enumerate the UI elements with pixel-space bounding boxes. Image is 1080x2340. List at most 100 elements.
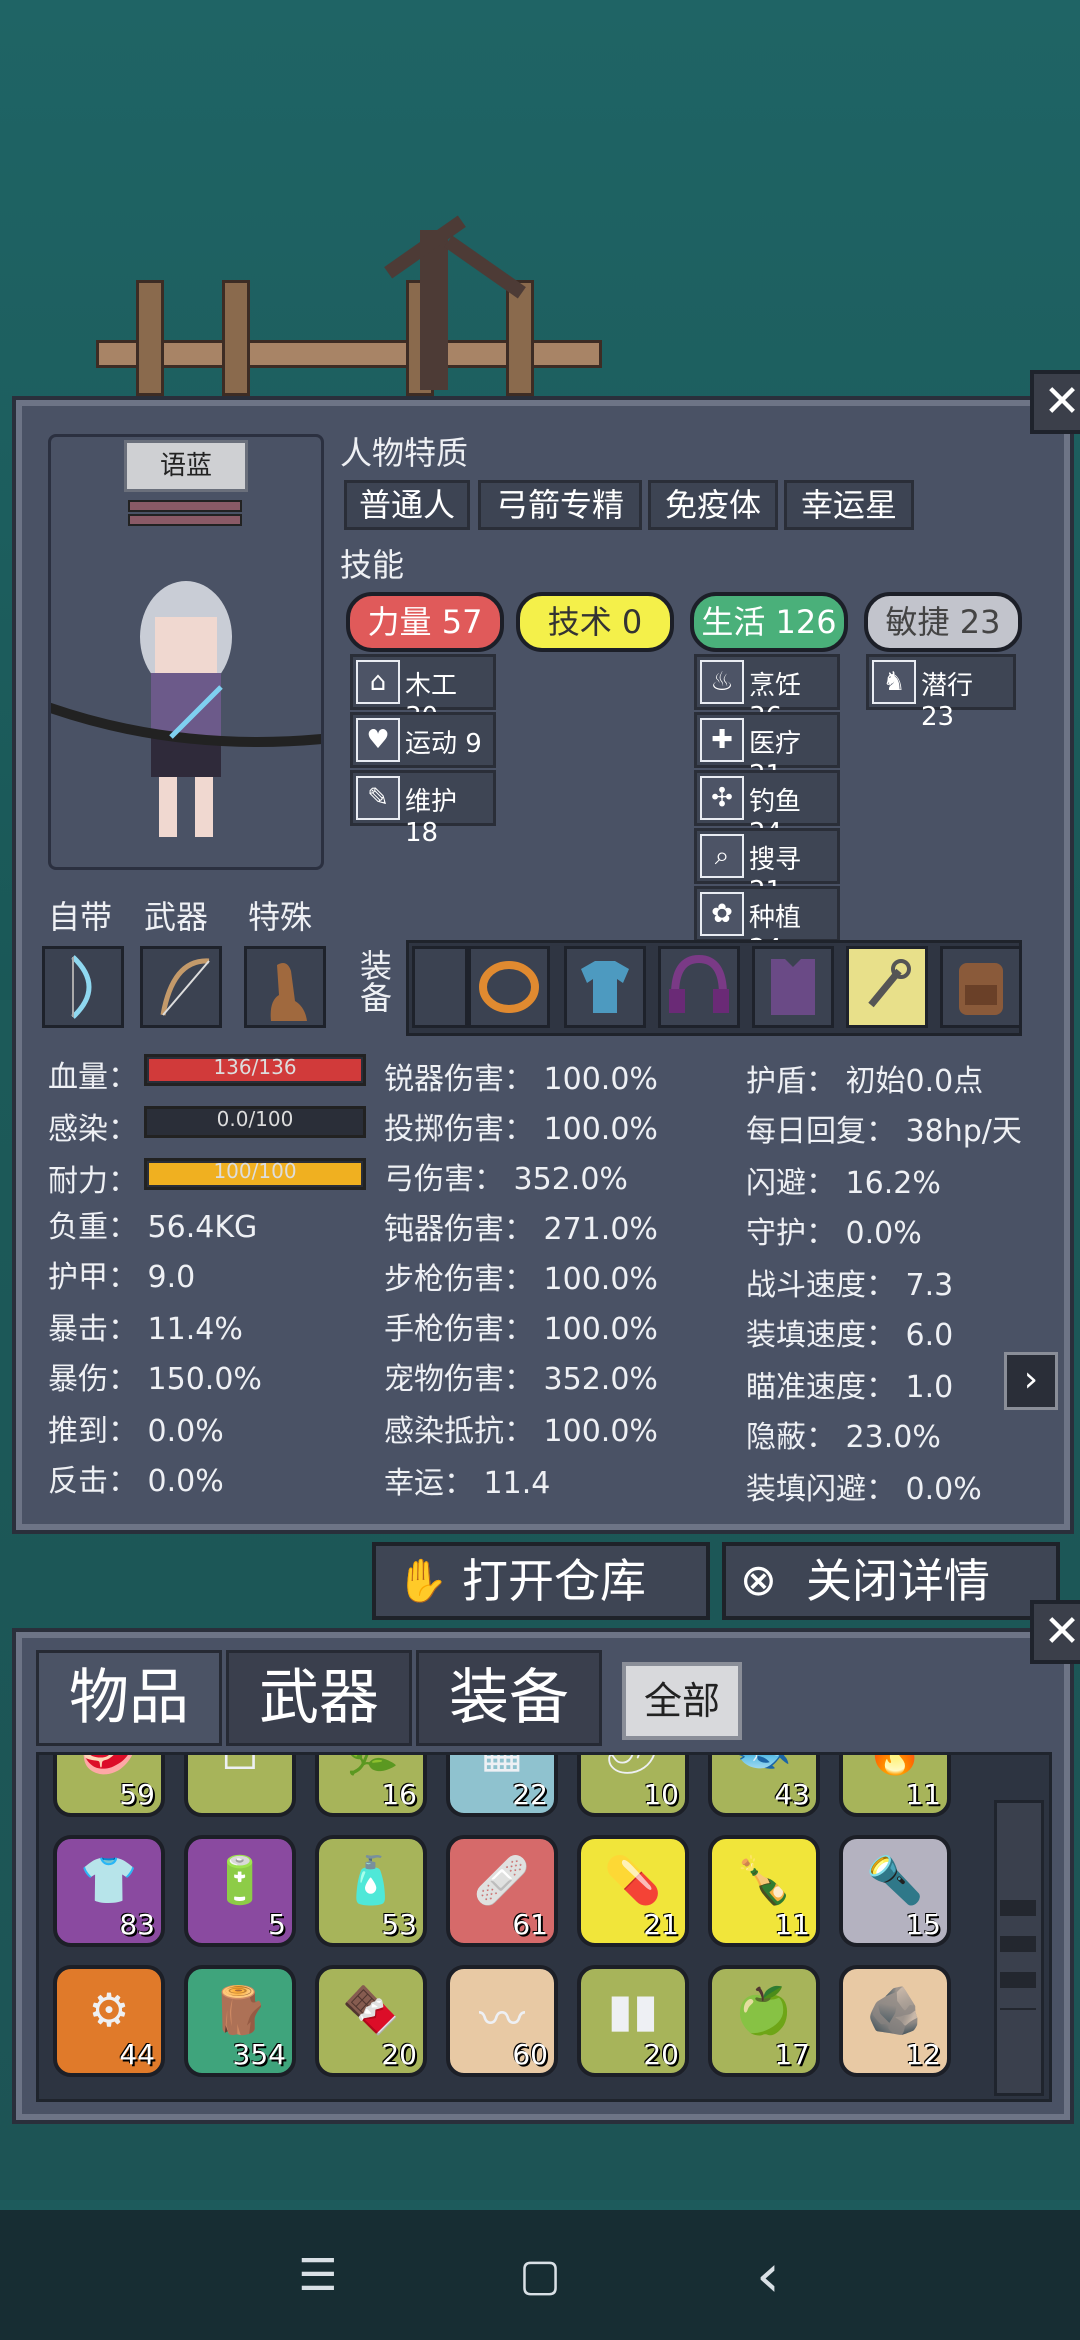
trait-badge[interactable]: 普通人 bbox=[344, 480, 470, 530]
inventory-item[interactable]: ▮▮ 20 bbox=[577, 1965, 689, 2077]
inventory-item[interactable]: ◻ bbox=[184, 1755, 296, 1817]
skill-agility[interactable]: 敏捷 23 bbox=[864, 592, 1022, 652]
inventory-item[interactable]: 👕 83 bbox=[53, 1835, 165, 1947]
inventory-item[interactable]: 🔥11 bbox=[839, 1755, 951, 1817]
inventory-item[interactable]: 🐟43 bbox=[708, 1755, 820, 1817]
bottles-icon: 🧴 bbox=[342, 1853, 400, 1907]
inventory-item[interactable]: ⚙ 44 bbox=[53, 1965, 165, 2077]
item-count: 15 bbox=[905, 1908, 941, 1941]
equip-slot-tool[interactable] bbox=[846, 946, 928, 1028]
traits-heading: 人物特质 bbox=[340, 434, 469, 472]
home-icon[interactable]: ▢ bbox=[512, 2248, 568, 2304]
inventory-item[interactable]: 🌿16 bbox=[315, 1755, 427, 1817]
equip-slot-shirt[interactable] bbox=[564, 946, 646, 1028]
inventory-item[interactable]: 🍾 11 bbox=[708, 1835, 820, 1947]
equipment-label: 装备 bbox=[360, 947, 393, 1017]
equip-slot-empty[interactable] bbox=[412, 946, 468, 1028]
filter-all-button[interactable]: 全部 bbox=[622, 1662, 742, 1740]
subskill-medical[interactable]: ✚ 医疗 21 bbox=[694, 712, 840, 790]
stat-reload-speed: 装填速度： 6.0 bbox=[746, 1318, 954, 1353]
skill-strength[interactable]: 力量 57 bbox=[346, 592, 504, 652]
close-details-button[interactable]: ⊗ 关闭详情 bbox=[722, 1542, 1060, 1620]
stat-knockdown: 推到： 0.0% bbox=[48, 1414, 224, 1449]
stat-rifle-dmg: 步枪伤害： 100.0% bbox=[384, 1262, 658, 1297]
item-count: 43 bbox=[774, 1778, 810, 1811]
hp-bar: 136/136 bbox=[144, 1054, 366, 1086]
item-count: 17 bbox=[774, 2038, 810, 2071]
medkit-icon: ✚ bbox=[700, 718, 744, 762]
special-slot-pet[interactable] bbox=[244, 946, 326, 1028]
subskill-woodwork[interactable]: ⌂ 木工 30 bbox=[350, 654, 496, 732]
item-count: 20 bbox=[643, 2038, 679, 2071]
subskill-fishing[interactable]: ✣ 钓鱼 24 bbox=[694, 770, 840, 848]
chocolate-icon: 🍫 bbox=[342, 1983, 400, 2037]
inventory-item[interactable]: 🍫 20 bbox=[315, 1965, 427, 2077]
skill-life[interactable]: 生活 126 bbox=[690, 592, 848, 652]
inventory-item[interactable]: 🔋 5 bbox=[184, 1835, 296, 1947]
equip-slot-backpack[interactable] bbox=[940, 946, 1022, 1028]
item-count: 53 bbox=[381, 1908, 417, 1941]
equip-slot-vest[interactable] bbox=[752, 946, 834, 1028]
fence-post bbox=[222, 280, 250, 396]
inventory-item[interactable]: 🔦 15 bbox=[839, 1835, 951, 1947]
trait-badge[interactable]: 幸运星 bbox=[784, 480, 914, 530]
stat-dodge: 闪避： 16.2% bbox=[746, 1166, 941, 1201]
item-count: 22 bbox=[512, 1778, 548, 1811]
scroll-handle[interactable] bbox=[1000, 1900, 1036, 2010]
close-icon[interactable]: ✕ bbox=[1030, 370, 1080, 434]
inventory-item[interactable]: ▦22 bbox=[446, 1755, 558, 1817]
subskill-sneak[interactable]: ♞ 潜行 23 bbox=[866, 654, 1016, 732]
weapon-slot-bow[interactable] bbox=[140, 946, 222, 1028]
stat-combat-speed: 战斗速度： 7.3 bbox=[746, 1268, 954, 1303]
fence-post bbox=[506, 280, 534, 396]
item-count: 21 bbox=[643, 1908, 679, 1941]
item-count: 12 bbox=[905, 2038, 941, 2071]
stat-blunt-dmg: 钝器伤害： 271.0% bbox=[384, 1212, 658, 1247]
inventory-item[interactable]: 🍏 17 bbox=[708, 1965, 820, 2077]
menu-icon[interactable]: ☰ bbox=[290, 2248, 346, 2304]
trait-badge[interactable]: 弓箭专精 bbox=[478, 480, 642, 530]
inventory-item[interactable]: 〰 60 bbox=[446, 1965, 558, 2077]
wrench-icon: ✎ bbox=[356, 776, 400, 820]
inventory-close-icon[interactable]: ✕ bbox=[1030, 1600, 1080, 1664]
scrap-icon: ⚙ bbox=[88, 1983, 130, 2037]
item-count: 20 bbox=[381, 2038, 417, 2071]
carry-slot-bow[interactable] bbox=[42, 946, 124, 1028]
stat-daily-regen: 每日回复： 38hp/天 bbox=[746, 1114, 1022, 1149]
stat-aim-speed: 瞄准速度： 1.0 bbox=[746, 1370, 954, 1405]
inventory-item[interactable]: 🪵 354 bbox=[184, 1965, 296, 2077]
tab-weapons[interactable]: 武器 bbox=[226, 1650, 412, 1746]
inventory-item[interactable]: 🪨 12 bbox=[839, 1965, 951, 2077]
stat-luck: 幸运： 11.4 bbox=[384, 1466, 551, 1501]
equip-slot-ring[interactable] bbox=[468, 946, 550, 1028]
skill-technique[interactable]: 技术 0 bbox=[516, 592, 674, 652]
tab-equipment[interactable]: 装备 bbox=[416, 1650, 602, 1746]
subskill-maintain[interactable]: ✎ 维护 18 bbox=[350, 770, 496, 848]
inventory-item[interactable]: 🌶10 bbox=[577, 1755, 689, 1817]
wrench-tool-icon bbox=[868, 959, 911, 1008]
backpack-icon bbox=[959, 963, 1003, 1015]
inventory-item[interactable]: 💊 21 bbox=[577, 1835, 689, 1947]
house-icon: ⌂ bbox=[356, 660, 400, 704]
pills-icon: 💊 bbox=[604, 1853, 662, 1907]
subskill-cooking[interactable]: ♨ 烹饪 36 bbox=[694, 654, 840, 732]
tab-items[interactable]: 物品 bbox=[36, 1650, 222, 1746]
subskill-planting[interactable]: ✿ 种植 24 bbox=[694, 886, 840, 964]
subskill-sport[interactable]: ♥ 运动 9 bbox=[350, 712, 496, 768]
open-storage-button[interactable]: ✋ 打开仓库 bbox=[372, 1542, 710, 1620]
stamina-bar: 100/100 bbox=[144, 1158, 366, 1190]
battery-icon: 🔋 bbox=[211, 1853, 269, 1907]
back-icon[interactable]: ‹ bbox=[740, 2246, 796, 2306]
inventory-item[interactable]: 🩹 61 bbox=[446, 1835, 558, 1947]
inventory-grid[interactable]: 🥩59◻🌿16▦22🌶10🐟43🔥11👕83🔋5🧴53🩹61💊21🍾11🔦15⚙… bbox=[36, 1752, 1052, 2102]
cloth-icon: ◻ bbox=[188, 1755, 292, 1777]
heart-icon: ♥ bbox=[356, 718, 400, 762]
trait-badge[interactable]: 免疫体 bbox=[648, 480, 778, 530]
subskill-search[interactable]: ⌕ 搜寻 21 bbox=[694, 828, 840, 906]
flashlight-icon: 🔦 bbox=[866, 1853, 924, 1907]
inventory-item[interactable]: 🥩59 bbox=[53, 1755, 165, 1817]
item-count: 59 bbox=[119, 1778, 155, 1811]
inventory-item[interactable]: 🧴 53 bbox=[315, 1835, 427, 1947]
next-page-arrow-icon[interactable]: › bbox=[1004, 1352, 1058, 1410]
equip-slot-headphones[interactable] bbox=[658, 946, 740, 1028]
